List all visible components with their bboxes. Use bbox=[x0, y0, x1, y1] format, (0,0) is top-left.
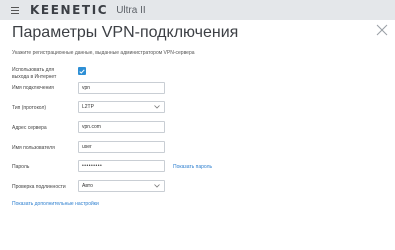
connection-name-label: Имя подключения bbox=[12, 85, 54, 91]
authentication-select[interactable]: Авто bbox=[78, 180, 165, 192]
protocol-select[interactable]: L2TP bbox=[78, 101, 165, 113]
chevron-down-icon bbox=[154, 105, 160, 109]
username-input[interactable]: user bbox=[78, 141, 165, 153]
close-icon[interactable] bbox=[376, 24, 388, 36]
hamburger-menu-icon[interactable] bbox=[11, 6, 19, 14]
protocol-label: Тип (протокол) bbox=[12, 105, 47, 111]
show-password-link[interactable]: Показать пароль bbox=[173, 164, 212, 170]
router-model: Ultra II bbox=[116, 4, 146, 16]
chevron-down-icon bbox=[154, 184, 160, 188]
protocol-select-value: L2TP bbox=[82, 104, 94, 110]
top-bar: KEENETIC Ultra II bbox=[0, 0, 395, 20]
use-internet-label: Использовать для выхода в Интернет bbox=[12, 67, 57, 80]
checkmark-icon bbox=[79, 68, 85, 74]
form-description: Укажите регистрационные данные, выданные… bbox=[12, 50, 195, 56]
password-label: Пароль bbox=[12, 164, 30, 170]
page-title: Параметры VPN-подключения bbox=[12, 24, 239, 41]
password-input[interactable]: ••••••••• bbox=[78, 160, 165, 172]
show-advanced-settings-link[interactable]: Показать дополнительные настройки bbox=[12, 201, 99, 207]
brand-logo: KEENETIC bbox=[30, 3, 109, 17]
use-internet-checkbox[interactable] bbox=[78, 67, 86, 75]
connection-name-input[interactable]: vpn bbox=[78, 82, 165, 94]
authentication-select-value: Авто bbox=[82, 183, 93, 189]
username-label: Имя пользователя bbox=[12, 145, 55, 151]
authentication-label: Проверка подлинности bbox=[12, 184, 66, 190]
server-address-label: Адрес сервера bbox=[12, 125, 47, 131]
server-address-input[interactable]: vpn.com bbox=[78, 121, 165, 133]
